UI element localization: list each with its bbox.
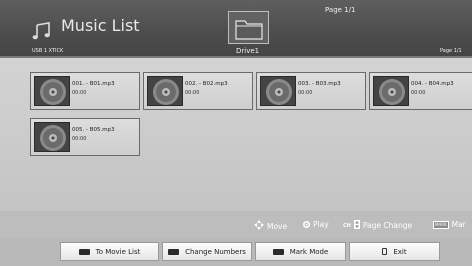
disc-icon <box>373 76 409 106</box>
disc-icon <box>147 76 183 106</box>
file-duration: 00:00 <box>72 136 87 142</box>
list-item[interactable]: 003. - B03.mp3 00:00 <box>256 72 366 110</box>
hint-page-change: CH Page Change <box>343 220 412 231</box>
file-duration: 00:00 <box>185 90 200 96</box>
page-indicator: Page 1/1 <box>325 6 356 14</box>
hint-mark-label: Mar <box>451 220 466 229</box>
ch-label: CH <box>343 222 351 229</box>
to-movie-list-button[interactable]: To Movie List <box>60 242 159 261</box>
disc-icon <box>34 122 70 152</box>
music-note-icon <box>32 22 52 40</box>
list-item[interactable]: 004. - B04.mp3 00:00 <box>369 72 472 110</box>
hint-play-label: Play <box>313 220 329 229</box>
color-key-icon <box>272 248 284 255</box>
color-key-icon <box>78 248 90 255</box>
file-name: 005. - B05.mp3 <box>72 127 115 133</box>
exit-label: Exit <box>393 247 407 256</box>
file-name: 001. - B01.mp3 <box>72 81 115 87</box>
drive-label: Drive1 <box>236 47 260 55</box>
hint-play: Play <box>303 220 329 229</box>
folder-icon[interactable] <box>228 11 269 44</box>
channel-arrows-icon <box>353 220 360 231</box>
hint-page-change-label: Page Change <box>362 221 413 230</box>
file-duration: 00:00 <box>72 90 87 96</box>
change-numbers-label: Change Numbers <box>185 247 246 256</box>
hint-move: Move <box>254 220 287 232</box>
ok-button-icon <box>303 221 310 228</box>
bottom-button-bar: To Movie List Change Numbers Mark Mode E… <box>0 238 472 266</box>
file-grid: 001. - B01.mp3 00:00 002. - B02.mp3 00:0… <box>0 58 472 211</box>
to-movie-list-label: To Movie List <box>95 247 141 256</box>
page-indicator-small: Page 1/1 <box>440 48 462 54</box>
list-item[interactable]: 005. - B05.mp3 00:00 <box>30 118 140 156</box>
mark-badge: MARK <box>433 220 449 229</box>
file-name: 002. - B02.mp3 <box>185 81 228 87</box>
file-name: 003. - B03.mp3 <box>298 81 341 87</box>
move-arrows-icon <box>254 220 264 232</box>
hint-bar: Move Play CH Page Change MARK Mar <box>0 211 472 238</box>
change-numbers-button[interactable]: Change Numbers <box>162 242 252 261</box>
exit-icon <box>382 248 388 255</box>
file-name: 004. - B04.mp3 <box>411 81 454 87</box>
hint-mark: MARK Mar <box>433 220 466 229</box>
page-title: Music List <box>61 16 140 35</box>
hint-move-label: Move <box>267 221 288 231</box>
disc-icon <box>260 76 296 106</box>
file-duration: 00:00 <box>298 90 313 96</box>
mark-mode-label: Mark Mode <box>289 247 329 256</box>
header-bar: Music List Page 1/1 USB 1 XTICK Drive1 P… <box>0 0 472 56</box>
music-list-screen: Music List Page 1/1 USB 1 XTICK Drive1 P… <box>0 0 472 266</box>
device-label: USB 1 XTICK <box>32 48 64 54</box>
exit-button[interactable]: Exit <box>349 242 440 261</box>
mark-mode-button[interactable]: Mark Mode <box>255 242 346 261</box>
disc-icon <box>34 76 70 106</box>
color-key-icon <box>168 248 180 255</box>
list-item[interactable]: 001. - B01.mp3 00:00 <box>30 72 140 110</box>
list-item[interactable]: 002. - B02.mp3 00:00 <box>143 72 253 110</box>
file-duration: 00:00 <box>411 90 426 96</box>
